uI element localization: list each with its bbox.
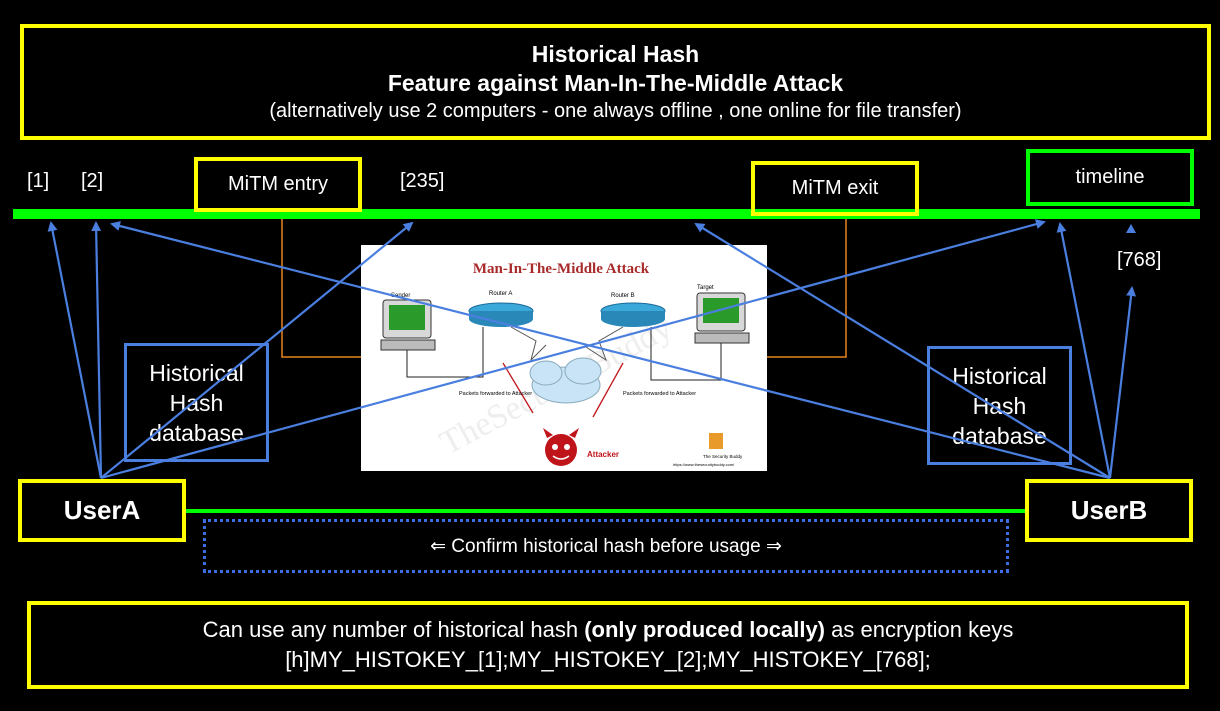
timeline-label: timeline (1075, 166, 1145, 188)
usera-label: UserA (63, 495, 141, 525)
mitm-entry-box: MiTM entry (194, 157, 362, 212)
timeline-label-box: timeline (1026, 149, 1194, 206)
mitm-illustration: TheSecurityBuddy Man-In-The-Middle Attac… (361, 245, 767, 471)
note-line-1-end: as encryption keys (825, 617, 1014, 642)
note-line-2: [h]MY_HISTOKEY_[1];MY_HISTOKEY_[2];MY_HI… (285, 647, 931, 672)
note-line-1: Can use any number of historical hash (o… (203, 615, 1014, 645)
sender-computer-icon (380, 299, 436, 351)
router-a-icon (468, 302, 534, 327)
router-b-icon (600, 302, 666, 327)
brand-url: https://www.thesecuritybuddy.com/ (673, 462, 735, 467)
security-buddy-logo-icon (709, 433, 723, 449)
mitm-entry-label: MiTM entry (228, 173, 328, 195)
router-a-label: Router A (489, 291, 512, 297)
hash-db-left-line-3: database (149, 419, 244, 446)
mitm-exit-label: MiTM exit (791, 177, 879, 199)
packets-right-label: Packets forwarded to Attacker (623, 391, 696, 397)
target-computer-icon (694, 292, 750, 344)
note-line-1-emphasis: (only produced locally) (584, 617, 826, 642)
attacker-devil-icon (543, 428, 579, 466)
timeline-bar (13, 209, 1200, 219)
marker-235: [235] (400, 170, 445, 192)
hash-db-right-line-2: Hash (972, 392, 1027, 419)
router-b-label: Router B (611, 293, 635, 299)
user-link-line (185, 509, 1027, 513)
mitm-illustration-graphic: TheSecurityBuddy Man-In-The-Middle Attac… (380, 261, 750, 467)
userb-label: UserB (1070, 495, 1148, 525)
packets-left-label: Packets forwarded to Attacker (459, 391, 532, 397)
mitm-exit-box: MiTM exit (751, 161, 919, 216)
marker-2: [2] (81, 170, 104, 192)
hash-db-right-line-1: Historical (952, 362, 1047, 389)
confirm-hash-text: ⇐ Confirm historical hash before usage ⇒ (430, 535, 782, 557)
userb-box: UserB (1025, 479, 1193, 542)
hash-database-left: Historical Hash database (124, 343, 269, 462)
hash-db-left-line-1: Historical (149, 359, 244, 386)
attacker-label: Attacker (587, 450, 619, 459)
marker-1: [1] (27, 170, 50, 192)
brand-label: The Security Buddy (703, 454, 743, 459)
note-line-1-start: Can use any number of historical hash (202, 617, 585, 642)
hash-db-left-line-2: Hash (169, 389, 224, 416)
note-box: Can use any number of historical hash (o… (27, 601, 1189, 689)
sender-label: Sender (391, 293, 410, 299)
usera-box: UserA (18, 479, 186, 542)
hash-database-right: Historical Hash database (927, 346, 1072, 465)
illustration-title: Man-In-The-Middle Attack (473, 261, 650, 277)
marker-768: [768] (1117, 249, 1162, 271)
confirm-hash-box: ⇐ Confirm historical hash before usage ⇒ (203, 519, 1009, 573)
hash-db-right-line-3: database (952, 422, 1047, 449)
target-label: Target (697, 285, 714, 291)
